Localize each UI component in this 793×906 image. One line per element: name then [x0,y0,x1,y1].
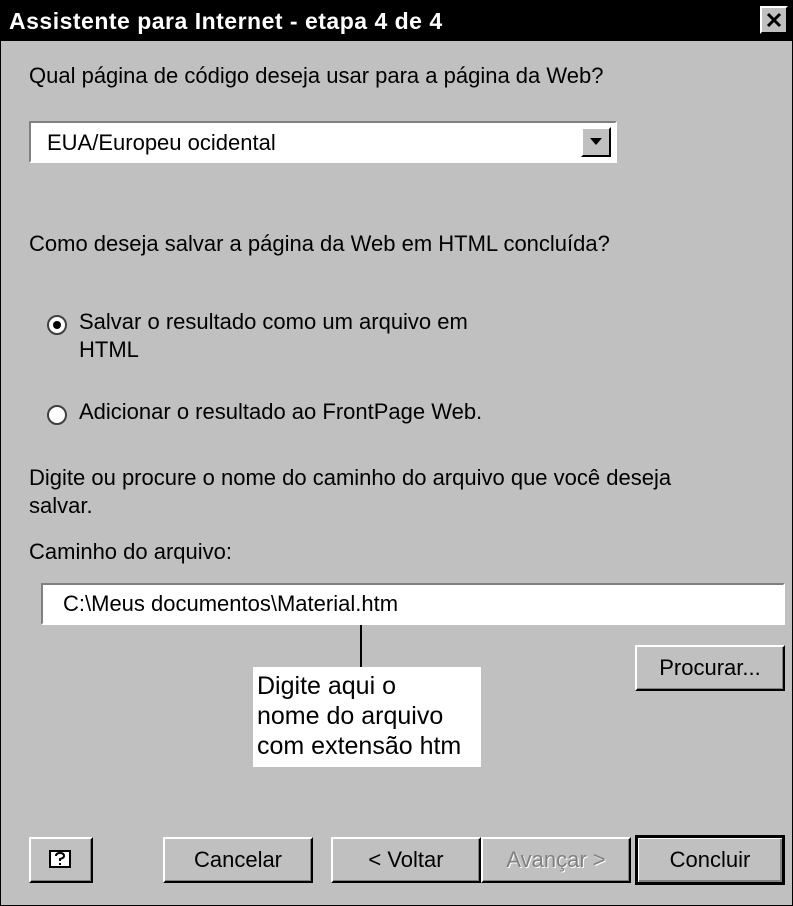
window-title: Assistente para Internet - etapa 4 de 4 [9,8,443,34]
close-x-icon [766,12,782,28]
browse-button[interactable]: Procurar... [635,645,785,691]
callout-annotation: Digite aqui o nome do arquivo com extens… [253,667,481,767]
next-button: Avançar > [481,837,631,883]
codepage-question-label: Qual página de código deseja usar para a… [29,63,604,88]
path-instruction-line2: salvar. [29,493,93,518]
back-button[interactable]: < Voltar [331,837,481,883]
radio-save-html[interactable] [47,315,67,335]
file-path-input[interactable] [41,583,785,625]
cancel-button[interactable]: Cancelar [163,837,313,883]
save-question-label: Como deseja salvar a página da Web em HT… [29,231,610,256]
help-icon [49,850,71,868]
radio-frontpage-label[interactable]: Adicionar o resultado ao FrontPage Web. [79,399,482,425]
radio-frontpage[interactable] [47,405,67,425]
finish-button[interactable]: Concluir [635,835,785,885]
close-button[interactable] [760,6,788,34]
help-button[interactable] [29,837,93,883]
codepage-selected-value: EUA/Europeu ocidental [47,130,276,155]
chevron-down-icon [590,138,602,145]
file-path-label: Caminho do arquivo: [29,539,233,564]
radio-save-html-label-line2[interactable]: HTML [79,337,139,363]
callout-line1: Digite aqui o [257,672,396,700]
callout-pointer-line [360,625,362,669]
radio-selected-dot [53,321,61,329]
dropdown-button[interactable] [581,127,611,157]
callout-line3: com extensão htm [257,732,462,760]
codepage-select[interactable]: EUA/Europeu ocidental [29,121,617,163]
title-bar[interactable]: Assistente para Internet - etapa 4 de 4 [1,1,792,41]
callout-line2: nome do arquivo [257,702,444,730]
wizard-dialog: Assistente para Internet - etapa 4 de 4 … [0,0,793,906]
radio-save-html-label-line1[interactable]: Salvar o resultado como um arquivo em [79,309,468,335]
path-instruction-line1: Digite ou procure o nome do caminho do a… [29,465,672,490]
